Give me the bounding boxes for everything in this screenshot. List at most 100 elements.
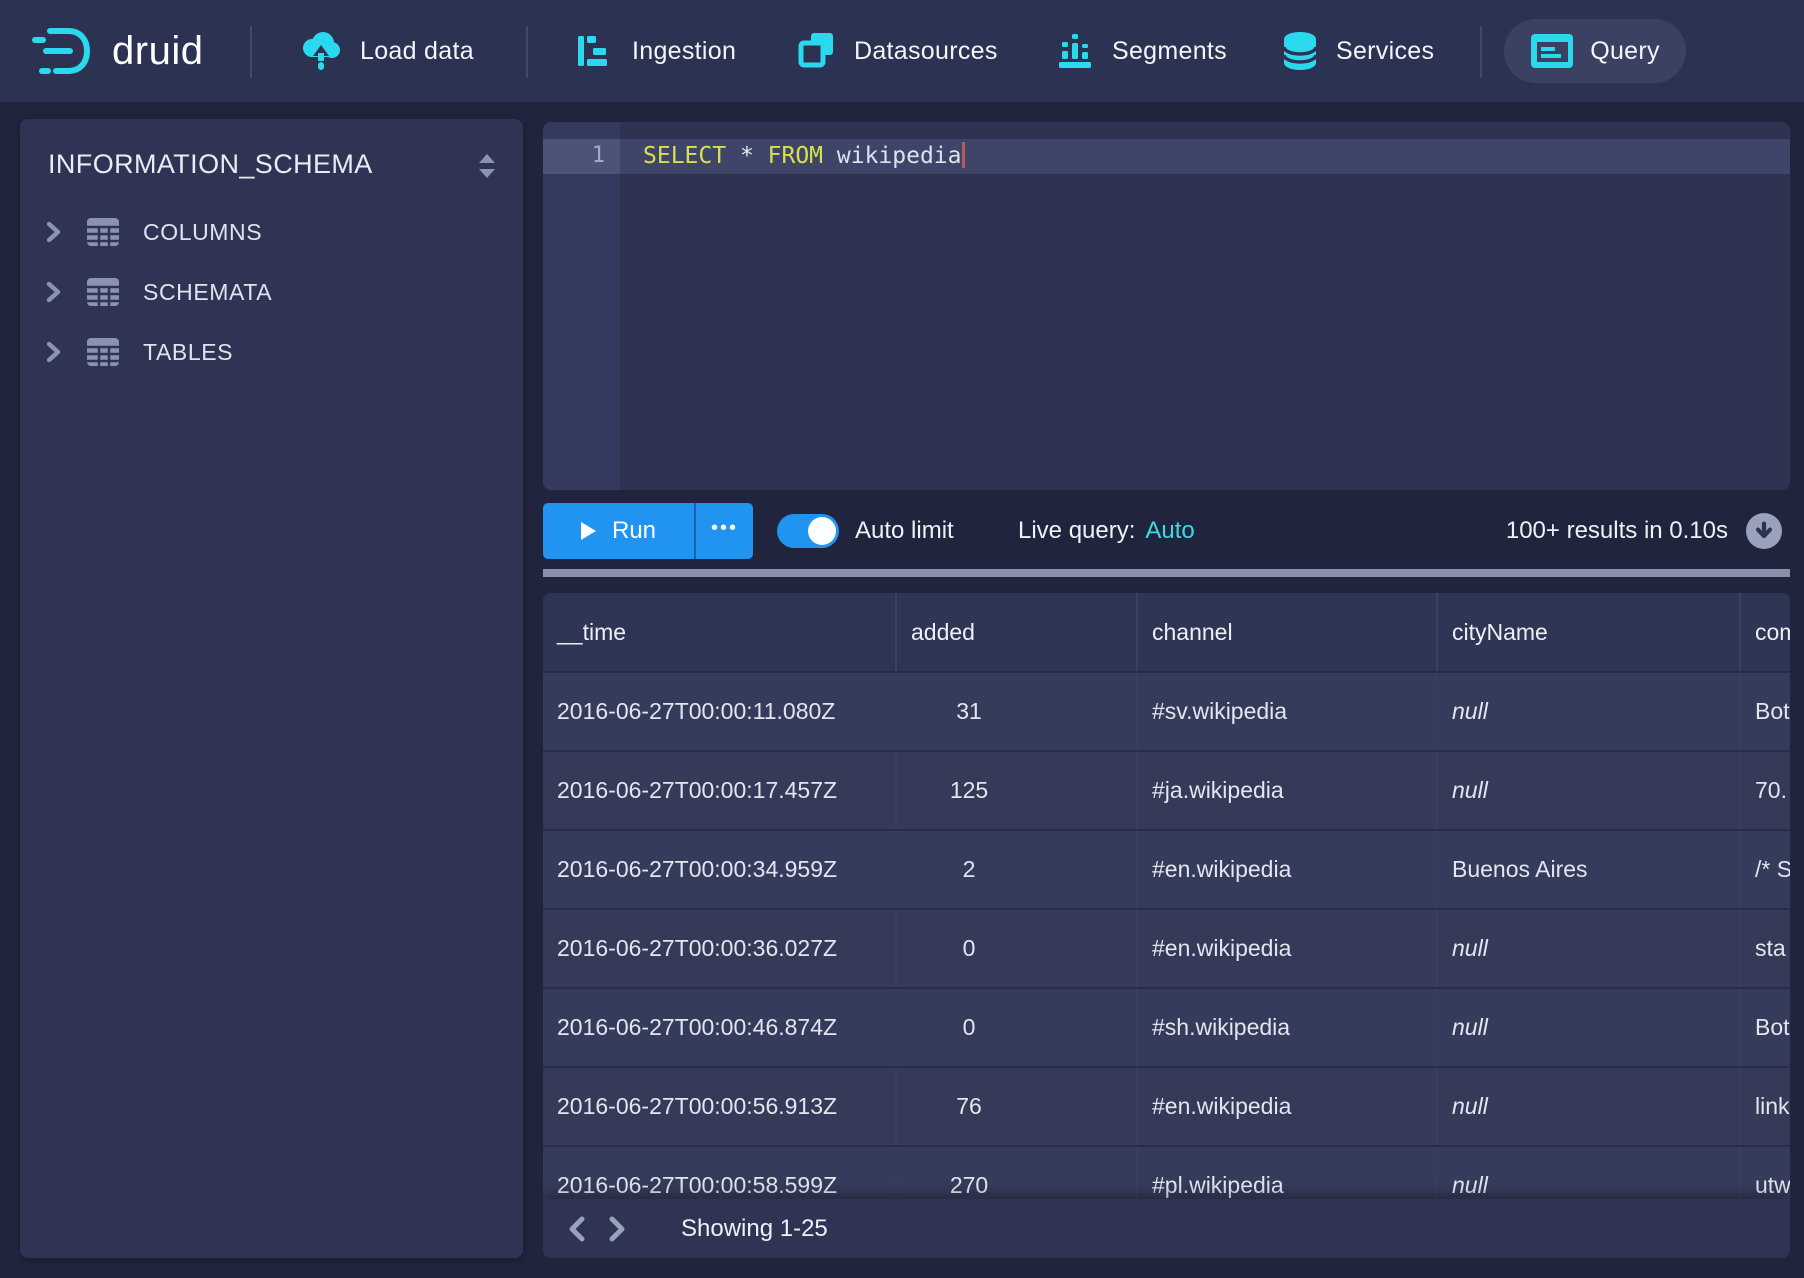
cell-comment[interactable]: 70. <box>1741 752 1790 829</box>
segments-icon <box>1058 33 1094 69</box>
column-header-cityname[interactable]: cityName <box>1438 593 1741 671</box>
sidebar-item-label: SCHEMATA <box>143 279 272 306</box>
query-results-panel: __time added channel cityName comment 20… <box>543 593 1790 1258</box>
nav-item-datasources[interactable]: Datasources <box>798 0 998 102</box>
chevron-right-icon <box>46 281 61 303</box>
cell-channel[interactable]: #sh.wikipedia <box>1138 989 1438 1066</box>
cell-comment[interactable]: sta <box>1741 910 1790 987</box>
cell-comment[interactable]: Bot <box>1741 989 1790 1066</box>
auto-limit-toggle[interactable] <box>777 514 839 548</box>
next-page-button[interactable] <box>597 1199 637 1258</box>
nav-divider <box>526 26 528 78</box>
nav-item-query-active[interactable]: Query <box>1504 19 1686 83</box>
nav-item-ingestion[interactable]: Ingestion <box>578 0 736 102</box>
cloud-upload-icon <box>300 31 342 71</box>
sql-keyword-select: SELECT <box>643 143 726 169</box>
cell-added[interactable]: 125 <box>897 752 1138 829</box>
cell-time[interactable]: 2016-06-27T00:00:46.874Z <box>543 989 897 1066</box>
nav-label-ingestion: Ingestion <box>632 37 736 66</box>
download-results-button[interactable] <box>1746 513 1782 549</box>
sidebar-item-columns[interactable]: COLUMNS <box>20 207 523 257</box>
cell-comment[interactable]: link <box>1741 1068 1790 1145</box>
download-icon <box>1752 519 1776 543</box>
cell-comment[interactable]: /* S <box>1741 831 1790 908</box>
cell-added[interactable]: 31 <box>897 673 1138 750</box>
column-header-time[interactable]: __time <box>543 593 897 671</box>
cell-channel[interactable]: #sv.wikipedia <box>1138 673 1438 750</box>
schema-explorer-panel: INFORMATION_SCHEMA COLUMNS <box>20 119 523 1258</box>
cell-time[interactable]: 2016-06-27T00:00:36.027Z <box>543 910 897 987</box>
druid-logo-icon <box>32 24 96 78</box>
cell-cityname[interactable]: Buenos Aires <box>1438 831 1741 908</box>
services-icon <box>1282 31 1318 71</box>
nav-label-services: Services <box>1336 37 1434 66</box>
run-more-options-button[interactable]: ••• <box>694 503 753 559</box>
table-row: 2016-06-27T00:00:11.080Z 31 #sv.wikipedi… <box>543 673 1790 752</box>
table-icon <box>87 338 119 366</box>
showing-range-label: Showing 1-25 <box>681 1215 828 1243</box>
cell-comment[interactable]: Bot <box>1741 673 1790 750</box>
cell-added[interactable]: 76 <box>897 1068 1138 1145</box>
sql-keyword-from: FROM <box>768 143 823 169</box>
nav-divider <box>1480 26 1482 78</box>
nav-label-query: Query <box>1590 37 1660 66</box>
cell-cityname[interactable]: null <box>1438 673 1741 750</box>
live-query-value[interactable]: Auto <box>1145 517 1194 545</box>
column-header-added[interactable]: added <box>897 593 1138 671</box>
cell-cityname[interactable]: null <box>1438 752 1741 829</box>
schema-title: INFORMATION_SCHEMA <box>48 149 373 180</box>
cell-cityname[interactable]: null <box>1438 1068 1741 1145</box>
cell-added[interactable]: 0 <box>897 910 1138 987</box>
sql-star: * <box>726 143 768 169</box>
nav-label-segments: Segments <box>1112 37 1227 66</box>
chevron-right-icon <box>608 1216 626 1242</box>
cell-channel[interactable]: #en.wikipedia <box>1138 831 1438 908</box>
table-row: 2016-06-27T00:00:46.874Z 0 #sh.wikipedia… <box>543 989 1790 1068</box>
nav-divider <box>250 26 252 78</box>
column-header-channel[interactable]: channel <box>1138 593 1438 671</box>
cell-added[interactable]: 2 <box>897 831 1138 908</box>
play-icon <box>581 522 596 540</box>
editor-gutter <box>543 122 620 490</box>
run-bar: Run ••• Auto limit Live query: Auto 100+… <box>543 503 1790 559</box>
auto-limit-label: Auto limit <box>855 503 954 559</box>
run-button-group: Run ••• <box>543 503 753 559</box>
cell-time[interactable]: 2016-06-27T00:00:11.080Z <box>543 673 897 750</box>
cell-time[interactable]: 2016-06-27T00:00:34.959Z <box>543 831 897 908</box>
more-icon: ••• <box>711 517 738 546</box>
datasources-icon <box>798 32 836 70</box>
results-summary: 100+ results in 0.10s <box>1506 503 1728 559</box>
sidebar-item-schemata[interactable]: SCHEMATA <box>20 267 523 317</box>
sidebar-item-tables[interactable]: TABLES <box>20 327 523 377</box>
cell-cityname[interactable]: null <box>1438 910 1741 987</box>
text-cursor <box>962 142 965 168</box>
table-icon <box>87 278 119 306</box>
double-caret-vertical-icon[interactable] <box>477 153 497 184</box>
nav-item-services[interactable]: Services <box>1282 0 1434 102</box>
chevron-left-icon <box>568 1216 586 1242</box>
table-row: 2016-06-27T00:00:56.913Z 76 #en.wikipedi… <box>543 1068 1790 1147</box>
chevron-right-icon <box>46 341 61 363</box>
toggle-knob <box>808 517 836 545</box>
cell-channel[interactable]: #en.wikipedia <box>1138 910 1438 987</box>
cell-time[interactable]: 2016-06-27T00:00:56.913Z <box>543 1068 897 1145</box>
cell-added[interactable]: 0 <box>897 989 1138 1066</box>
sidebar-item-label: COLUMNS <box>143 219 262 246</box>
live-query-control: Live query: Auto <box>1018 503 1195 559</box>
cell-channel[interactable]: #en.wikipedia <box>1138 1068 1438 1145</box>
druid-logo[interactable]: druid <box>32 0 203 102</box>
ingestion-icon <box>578 34 614 68</box>
sql-query-text[interactable]: SELECT * FROM wikipedia <box>643 142 965 169</box>
run-button-label: Run <box>612 517 656 545</box>
sql-editor[interactable]: 1 SELECT * FROM wikipedia <box>543 122 1790 490</box>
previous-page-button[interactable] <box>557 1199 597 1258</box>
cell-time[interactable]: 2016-06-27T00:00:17.457Z <box>543 752 897 829</box>
table-row: 2016-06-27T00:00:17.457Z 125 #ja.wikiped… <box>543 752 1790 831</box>
nav-item-load-data[interactable]: Load data <box>300 0 474 102</box>
cell-channel[interactable]: #ja.wikipedia <box>1138 752 1438 829</box>
cell-cityname[interactable]: null <box>1438 989 1741 1066</box>
nav-item-segments[interactable]: Segments <box>1058 0 1227 102</box>
run-button[interactable]: Run <box>543 503 694 559</box>
column-header-comment[interactable]: comment <box>1741 593 1790 671</box>
editor-results-splitter[interactable] <box>543 569 1790 577</box>
